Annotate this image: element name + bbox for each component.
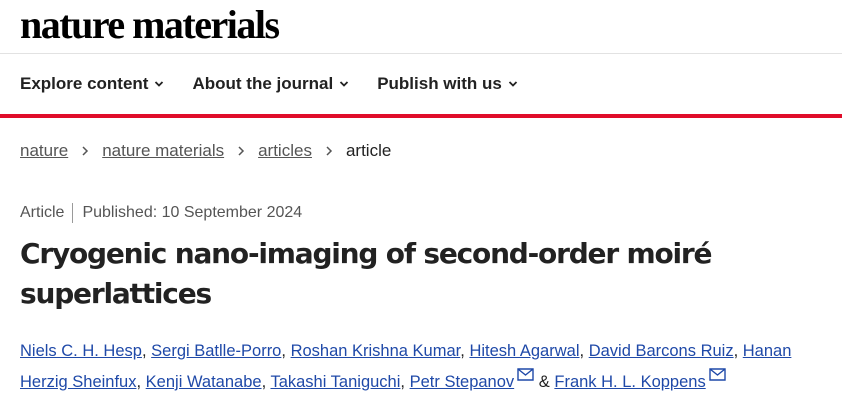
meta-divider [72, 203, 74, 223]
chevron-down-icon [340, 81, 349, 87]
author-link[interactable]: Frank H. L. Koppens [554, 373, 705, 391]
header-divider [0, 53, 842, 54]
nav-item-label: Explore content [20, 74, 149, 93]
nav-about-the-journal[interactable]: About the journal [192, 72, 349, 96]
nav-explore-content[interactable]: Explore content [20, 72, 164, 96]
chevron-down-icon [508, 81, 517, 87]
chevron-right-icon [82, 146, 89, 156]
author-separator: , [136, 373, 142, 391]
author-link[interactable]: Petr Stepanov [410, 373, 515, 391]
author-link[interactable]: Niels C. H. Hesp [20, 342, 142, 360]
chevron-right-icon [238, 146, 245, 156]
accent-bar [0, 114, 842, 118]
breadcrumb-link-nature-materials[interactable]: nature materials [102, 141, 224, 161]
article-title: Cryogenic nano-imaging of second-order m… [20, 237, 713, 310]
author-separator: , [733, 342, 739, 360]
breadcrumb-current: article [345, 141, 392, 160]
mail-icon[interactable] [709, 368, 726, 381]
breadcrumb: nature nature materials articles article [20, 141, 391, 161]
author-separator: , [261, 373, 267, 391]
article-type: Article [20, 204, 65, 221]
mail-icon[interactable] [517, 368, 534, 381]
author-separator: , [400, 373, 405, 391]
author-separator: , [579, 342, 585, 360]
author-link[interactable]: Roshan Krishna Kumar [291, 342, 461, 360]
author-link[interactable]: Sergi Batlle-Porro [151, 342, 281, 360]
author-list: Niels C. H. Hesp, Sergi Batlle-Porro, Ro… [20, 336, 825, 398]
author-separator: , [141, 342, 147, 360]
breadcrumb-link-articles[interactable]: articles [258, 141, 312, 161]
nav-publish-with-us[interactable]: Publish with us [377, 72, 518, 96]
main-nav: Explore content About the journal Publis… [20, 72, 518, 96]
author-link[interactable]: Hitesh Agarwal [469, 342, 579, 360]
publication-date: Published: 10 September 2024 [82, 204, 303, 221]
breadcrumb-link-nature[interactable]: nature [20, 141, 68, 161]
author-conjunction: & [538, 373, 550, 391]
author-link[interactable]: David Barcons Ruiz [589, 342, 734, 360]
author-link[interactable]: Kenji Watanabe [146, 373, 262, 391]
author-separator: , [460, 342, 465, 360]
article-meta: Article Published: 10 September 2024 [20, 203, 302, 223]
nav-item-label: About the journal [192, 74, 334, 93]
author-separator: , [281, 342, 286, 360]
nav-item-label: Publish with us [377, 74, 502, 93]
chevron-right-icon [326, 146, 333, 156]
author-link[interactable]: Takashi Taniguchi [270, 373, 400, 391]
chevron-down-icon [155, 81, 164, 87]
journal-logo[interactable]: nature materials [20, 2, 280, 48]
